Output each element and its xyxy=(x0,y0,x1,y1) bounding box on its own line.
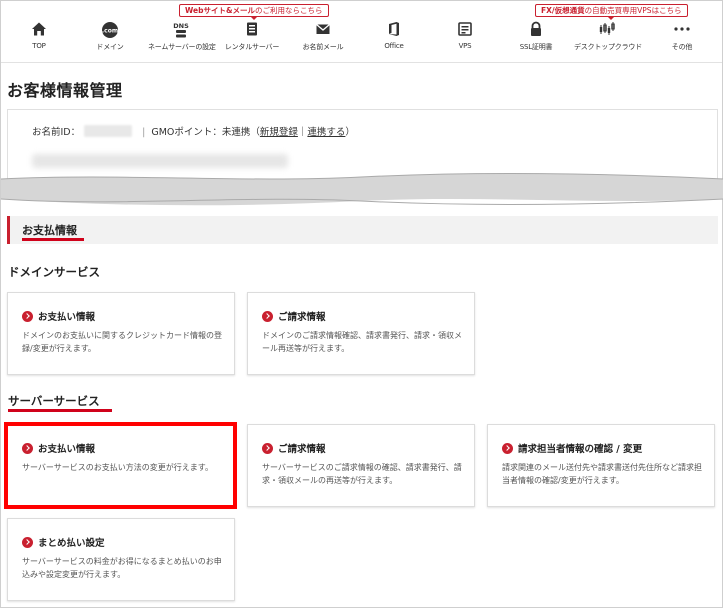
card-description: サーバーサービスのご請求情報の確認、請求書発行、請求・領収メールの再送等が行えま… xyxy=(262,463,462,485)
card-title: 請求担当者情報の確認 / 変更 xyxy=(502,441,642,455)
bulk-payment-settings-card[interactable]: まとめ払い設定 サーバーサービスの料金がお得になるまとめ払いのお申込みや設定変更… xyxy=(7,518,235,601)
promo-fx-bold: FX/仮想通貨 xyxy=(541,6,585,15)
promo-web-bold: Webサイト&メール xyxy=(185,6,256,15)
card-title: お支払い情報 xyxy=(22,441,95,455)
server-icon xyxy=(219,21,285,39)
nav-item-other[interactable]: その他 xyxy=(649,21,715,57)
card-title-text: お支払い情報 xyxy=(38,312,96,323)
nav-label: TOP xyxy=(32,42,46,50)
payment-section-title: お支払情報 xyxy=(22,224,77,237)
card-title-text: ご請求情報 xyxy=(278,444,326,455)
account-separator: | xyxy=(142,127,146,138)
nav-label: デスクトップクラウド xyxy=(574,43,642,51)
card-description: サーバーサービスのお支払い方法の変更が行えます。 xyxy=(22,463,213,472)
torn-page-divider xyxy=(1,172,723,206)
account-row: お名前ID： | GMOポイント：未連携（新規登録｜連携する） xyxy=(32,124,355,138)
nav-label: お名前メール xyxy=(302,43,344,51)
promo-web-mail[interactable]: Webサイト&メールのご利用ならこちら xyxy=(179,4,329,20)
billing-contact-card[interactable]: 請求担当者情報の確認 / 変更 請求関連のメール送付先や請求書送付先住所など請求… xyxy=(487,424,715,507)
dns-icon: DNS xyxy=(148,21,214,39)
nav-item-top[interactable]: TOP xyxy=(6,21,72,57)
nav-item-ssl[interactable]: SSL証明書 xyxy=(503,21,569,57)
top-navigation: Webサイト&メールのご利用ならこちら FX/仮想通貨の自動売買専用VPSはこち… xyxy=(1,1,722,63)
new-register-link[interactable]: 新規登録 xyxy=(260,127,298,138)
domain-com-icon: .com xyxy=(77,21,143,39)
card-title-text: まとめ払い設定 xyxy=(38,538,105,549)
arrow-right-icon xyxy=(262,311,273,322)
nav-item-desktop-cloud[interactable]: デスクトップクラウド xyxy=(574,21,642,57)
nav-item-nameserver[interactable]: DNS ネームサーバーの設定 xyxy=(148,21,216,57)
server-payment-info-card[interactable]: お支払い情報 サーバーサービスのお支払い方法の変更が行えます。 xyxy=(7,424,235,507)
card-title: ご請求情報 xyxy=(262,309,326,323)
page-title: お客様情報管理 xyxy=(7,81,123,100)
arrow-right-icon xyxy=(502,443,513,454)
promo-fx-vps[interactable]: FX/仮想通貨の自動売買専用VPSはこちら xyxy=(535,4,688,20)
link-divider: ｜ xyxy=(297,127,308,138)
nav-label: レンタルサーバー xyxy=(224,43,280,51)
card-description: ドメインのご請求情報確認、請求書発行、請求・領収メール再送等が行えます。 xyxy=(262,331,462,353)
arrow-right-icon xyxy=(22,443,33,454)
vps-icon xyxy=(432,21,498,39)
nav-label: その他 xyxy=(671,43,693,51)
server-service-title: サーバーサービス xyxy=(8,394,100,408)
server-service-underline xyxy=(8,409,112,412)
nav-item-office[interactable]: Office xyxy=(361,21,427,57)
arrow-right-icon xyxy=(22,311,33,322)
card-description: サーバーサービスの料金がお得になるまとめ払いのお申込みや設定変更が行えます。 xyxy=(22,557,222,579)
section-title-underline xyxy=(22,238,84,241)
candlestick-icon xyxy=(574,21,640,39)
domain-icon-text: .com xyxy=(102,27,118,34)
card-description: ドメインのお支払いに関するクレジットカード情報の登録/変更が行えます。 xyxy=(22,331,222,353)
link-account-link[interactable]: 連携する xyxy=(307,127,345,138)
home-icon xyxy=(6,21,72,39)
domain-payment-info-card[interactable]: お支払い情報 ドメインのお支払いに関するクレジットカード情報の登録/変更が行えま… xyxy=(7,292,235,375)
nav-label: ネームサーバーの設定 xyxy=(148,43,216,51)
server-billing-info-card[interactable]: ご請求情報 サーバーサービスのご請求情報の確認、請求書発行、請求・領収メールの再… xyxy=(247,424,475,507)
nav-label: Office xyxy=(384,42,404,50)
nav-item-vps[interactable]: VPS xyxy=(432,21,498,57)
close-paren: ） xyxy=(345,127,355,138)
card-description: 請求関連のメール送付先や請求書送付先住所など請求担当者情報の確認/変更が行えます… xyxy=(502,463,702,485)
name-id-value-redacted xyxy=(84,125,133,137)
lock-icon xyxy=(503,21,569,39)
gmo-point-label: GMOポイント：未連携（ xyxy=(151,127,260,138)
card-title-text: ご請求情報 xyxy=(278,312,326,323)
office-icon xyxy=(361,21,427,39)
nav-item-domain[interactable]: .com ドメイン xyxy=(77,21,143,57)
dns-icon-text: DNS xyxy=(173,22,189,30)
nav-item-mail[interactable]: お名前メール xyxy=(290,21,356,57)
mail-icon xyxy=(290,21,356,39)
name-id-label: お名前ID： xyxy=(32,127,81,138)
promo-fx-text: の自動売買専用VPSはこちら xyxy=(584,6,682,15)
payment-section-header: お支払情報 xyxy=(7,216,718,244)
promo-web-text: のご利用ならこちら xyxy=(255,6,323,15)
nav-label: ドメイン xyxy=(96,43,124,51)
redacted-info xyxy=(32,154,288,168)
card-title: ご請求情報 xyxy=(262,441,326,455)
domain-billing-info-card[interactable]: ご請求情報 ドメインのご請求情報確認、請求書発行、請求・領収メール再送等が行えま… xyxy=(247,292,475,375)
arrow-right-icon xyxy=(262,443,273,454)
card-title: まとめ払い設定 xyxy=(22,535,105,549)
card-title-text: 請求担当者情報の確認 / 変更 xyxy=(518,444,643,455)
nav-item-rental-server[interactable]: レンタルサーバー xyxy=(219,21,285,57)
nav-label: SSL証明書 xyxy=(519,43,553,51)
arrow-right-icon xyxy=(22,537,33,548)
nav-label: VPS xyxy=(458,42,472,50)
card-title-text: お支払い情報 xyxy=(38,444,96,455)
more-icon xyxy=(649,21,715,39)
domain-service-title: ドメインサービス xyxy=(8,265,100,279)
card-title: お支払い情報 xyxy=(22,309,95,323)
